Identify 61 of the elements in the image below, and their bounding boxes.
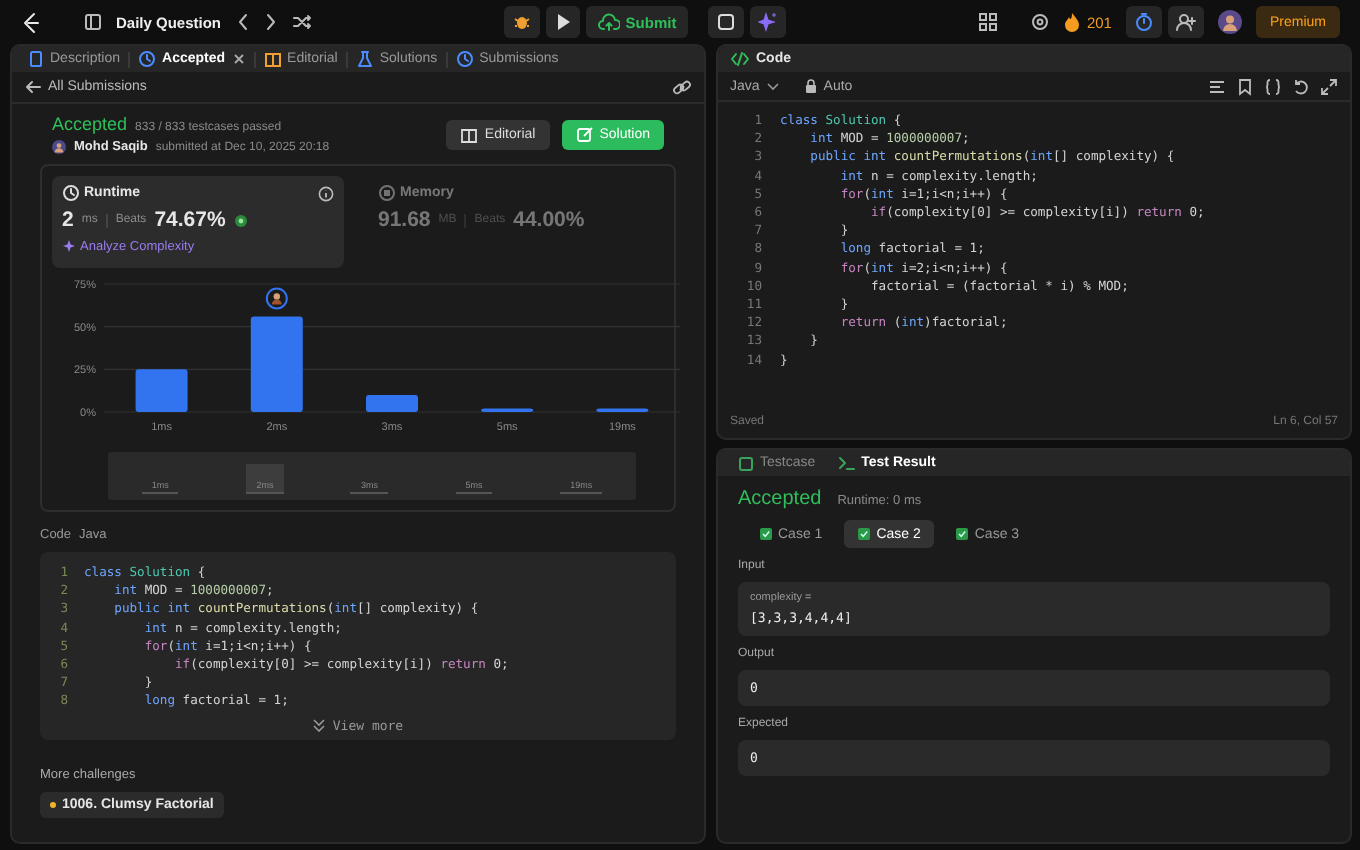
flame-icon [1064,12,1081,32]
assistant-button[interactable] [750,6,787,38]
back-arrow-icon [24,78,42,96]
close-icon[interactable] [231,52,246,66]
link-icon[interactable] [672,78,692,96]
info-icon[interactable] [318,185,334,201]
expand-icon[interactable] [1320,77,1338,95]
document-icon [28,50,44,68]
layout-icon[interactable] [978,12,999,32]
add-user-icon [1175,12,1196,32]
edit-icon [575,125,594,143]
memory-icon [378,184,396,202]
check-icon [760,528,772,540]
stat-value: 91.68 [378,208,431,232]
timer-button[interactable] [1125,6,1162,38]
history-icon [138,50,157,68]
check-icon [858,528,871,540]
format-icon[interactable] [1208,77,1226,95]
panel-icon[interactable] [84,12,102,32]
note-icon [716,12,737,32]
chevron-left-icon[interactable] [235,12,250,32]
chevron-right-icon[interactable] [263,12,278,32]
avatar-icon[interactable] [1217,10,1242,34]
bar[interactable] [250,316,303,412]
double-chevron-icon [312,718,327,733]
status-label: Accepted [738,488,822,510]
add-friend-button[interactable] [1167,6,1204,38]
bar[interactable] [135,369,188,412]
bookmark-icon[interactable] [1236,77,1254,95]
code-icon [730,50,750,68]
history-icon [455,50,474,68]
check-icon [956,528,969,540]
terminal-icon [837,454,856,472]
debug-button[interactable] [503,6,540,38]
bug-icon [511,12,532,32]
status-label: Accepted [52,114,128,134]
book-icon [263,50,282,68]
chevron-down-icon [765,80,780,92]
timer-icon [1133,12,1154,32]
clock-icon [62,184,80,202]
flask-icon [355,50,374,68]
run-button[interactable] [545,6,580,38]
checkbox-icon [738,455,754,471]
bar[interactable] [366,394,418,412]
lock-icon [803,78,818,94]
book-icon [460,125,479,143]
beats-percent: 44.00% [513,208,585,232]
note-button[interactable] [708,6,745,38]
sparkle-icon [62,238,76,254]
avatar-icon [52,140,66,154]
shuffle-icon[interactable] [291,12,312,32]
difficulty-dot [50,801,56,808]
cloud-icon [597,12,620,32]
badge-icon [233,213,248,227]
play-icon [553,12,572,32]
beats-percent: 74.67% [154,208,226,232]
sparkle-icon [758,12,779,32]
avatar-marker-icon [265,287,288,310]
braces-icon[interactable] [1264,77,1282,95]
stat-value: 2 [62,208,74,232]
reset-icon[interactable] [1292,77,1310,95]
